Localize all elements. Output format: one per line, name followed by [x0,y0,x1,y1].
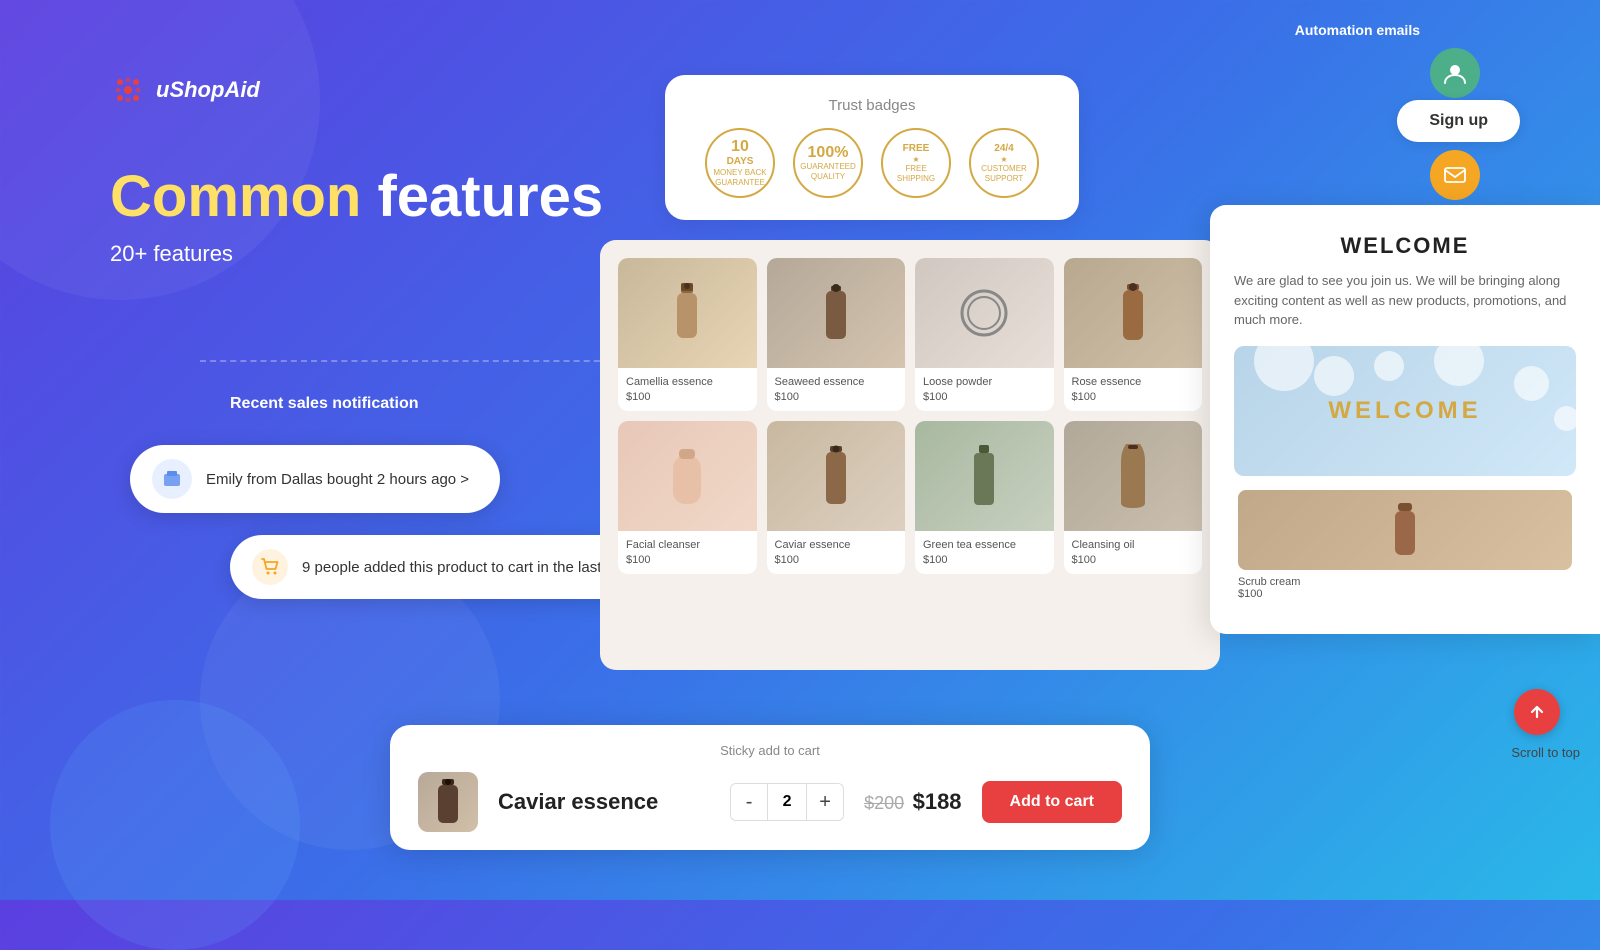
product-item-cleansing[interactable]: Cleansing oil $100 [1064,421,1203,574]
trust-badges-card: Trust badges 10 DAYS MONEY BACK GUARANTE… [665,75,1079,220]
product-info-rose: Rose essence $100 [1064,368,1203,411]
product-grid-card: Camellia essence $100 Seaweed essence $1… [600,240,1220,670]
trust-badge-1: 10 DAYS MONEY BACK GUARANTEE [705,128,775,198]
notification-section-label: Recent sales notification [230,395,419,413]
product-price-greentea: $100 [923,554,1046,566]
main-heading: Common features 20+ features [110,165,603,267]
product-item-facial[interactable]: Facial cleanser $100 [618,421,757,574]
product-name-powder: Loose powder [923,376,1046,388]
extended-product-price-scrub: $100 [1238,588,1572,600]
extended-product-img-scrub [1238,490,1572,570]
quantity-decrease-button[interactable]: - [731,784,767,820]
trust-badge-2: 100% GUARANTEED QUALITY [793,128,863,198]
extended-product-name-scrub: Scrub cream [1238,576,1572,588]
product-info-seaweed: Seaweed essence $100 [767,368,906,411]
product-img-facial [618,421,757,531]
price-new: $188 [913,789,962,814]
product-img-camellia [618,258,757,368]
heading-white: features [377,164,603,229]
product-name-caviar: Caviar essence [775,539,898,551]
bubble-5 [1514,366,1549,401]
product-price-camellia: $100 [626,391,749,403]
quantity-value: 2 [767,784,807,820]
cart-icon-circle [252,549,288,585]
logo-icon [110,72,146,108]
bubble-6 [1554,406,1576,431]
product-name-camellia: Camellia essence [626,376,749,388]
product-info-greentea: Green tea essence $100 [915,531,1054,574]
product-item-caviar[interactable]: Caviar essence $100 [767,421,906,574]
welcome-text: We are glad to see you join us. We will … [1234,271,1576,330]
email-icon-button[interactable] [1430,150,1480,200]
product-img-caviar [767,421,906,531]
product-item-seaweed[interactable]: Seaweed essence $100 [767,258,906,411]
product-name-seaweed: Seaweed essence [775,376,898,388]
product-price-cleansing: $100 [1072,554,1195,566]
product-name-facial: Facial cleanser [626,539,749,551]
quantity-increase-button[interactable]: + [807,784,843,820]
recent-sales-notification[interactable]: Emily from Dallas bought 2 hours ago > [130,445,500,513]
scroll-to-top-label: Scroll to top [1511,745,1580,760]
welcome-popup: WELCOME We are glad to see you join us. … [1210,205,1600,634]
page-title: Common features [110,165,603,229]
bubble-2 [1314,356,1354,396]
bubble-3 [1374,351,1404,381]
bg-decoration-3 [50,700,300,950]
trust-badge-3: FREE ★ FREE SHIPPING [881,128,951,198]
bubble-1 [1254,346,1314,391]
signup-button[interactable]: Sign up [1397,100,1520,142]
price-display: $200 $188 [864,789,961,815]
sticky-add-to-cart: Sticky add to cart Caviar essence - 2 + … [390,725,1150,850]
product-name-rose: Rose essence [1072,376,1195,388]
notification-text: Emily from Dallas bought 2 hours ago > [206,471,469,488]
extended-product-scrub[interactable]: Scrub cream $100 [1234,490,1576,606]
bubble-4 [1434,346,1484,386]
trust-icons-row: 10 DAYS MONEY BACK GUARANTEE 100% GUARAN… [705,128,1039,198]
scroll-to-top-button[interactable] [1514,689,1560,735]
logo-area: uShopAid [110,72,260,108]
product-price-powder: $100 [923,391,1046,403]
sticky-product-name: Caviar essence [498,789,710,815]
sticky-product-image [418,772,478,832]
dashed-line-h [200,360,620,362]
product-info-powder: Loose powder $100 [915,368,1054,411]
user-icon-button[interactable] [1430,48,1480,98]
welcome-banner-text: WELCOME [1328,397,1481,425]
trust-badges-title: Trust badges [829,97,916,114]
product-price-caviar: $100 [775,554,898,566]
product-item-powder[interactable]: Loose powder $100 [915,258,1054,411]
product-info-caviar: Caviar essence $100 [767,531,906,574]
product-name-cleansing: Cleansing oil [1072,539,1195,551]
product-price-facial: $100 [626,554,749,566]
sub-heading: 20+ features [110,241,603,267]
trust-badge-4: 24/4 ★ CUSTOMER SUPPORT [969,128,1039,198]
heading-yellow: Common [110,164,377,229]
add-to-cart-button[interactable]: Add to cart [982,781,1122,823]
quantity-control[interactable]: - 2 + [730,783,844,821]
product-price-rose: $100 [1072,391,1195,403]
product-grid: Camellia essence $100 Seaweed essence $1… [618,258,1202,574]
product-img-cleansing [1064,421,1203,531]
product-item-camellia[interactable]: Camellia essence $100 [618,258,757,411]
sticky-cart-content: Caviar essence - 2 + $200 $188 Add to ca… [418,772,1122,832]
welcome-title: WELCOME [1234,233,1576,259]
welcome-banner: WELCOME [1234,346,1576,476]
product-info-facial: Facial cleanser $100 [618,531,757,574]
product-name-greentea: Green tea essence [923,539,1046,551]
product-info-cleansing: Cleansing oil $100 [1064,531,1203,574]
product-img-rose [1064,258,1203,368]
notification-icon-circle [152,459,192,499]
product-img-greentea [915,421,1054,531]
logo-text: uShopAid [156,77,260,103]
automation-emails-label: Automation emails [1295,22,1420,38]
product-item-rose[interactable]: Rose essence $100 [1064,258,1203,411]
product-info-camellia: Camellia essence $100 [618,368,757,411]
product-item-greentea[interactable]: Green tea essence $100 [915,421,1054,574]
sticky-cart-title: Sticky add to cart [418,743,1122,758]
product-img-seaweed [767,258,906,368]
product-price-seaweed: $100 [775,391,898,403]
price-old: $200 [864,793,904,813]
product-img-powder [915,258,1054,368]
